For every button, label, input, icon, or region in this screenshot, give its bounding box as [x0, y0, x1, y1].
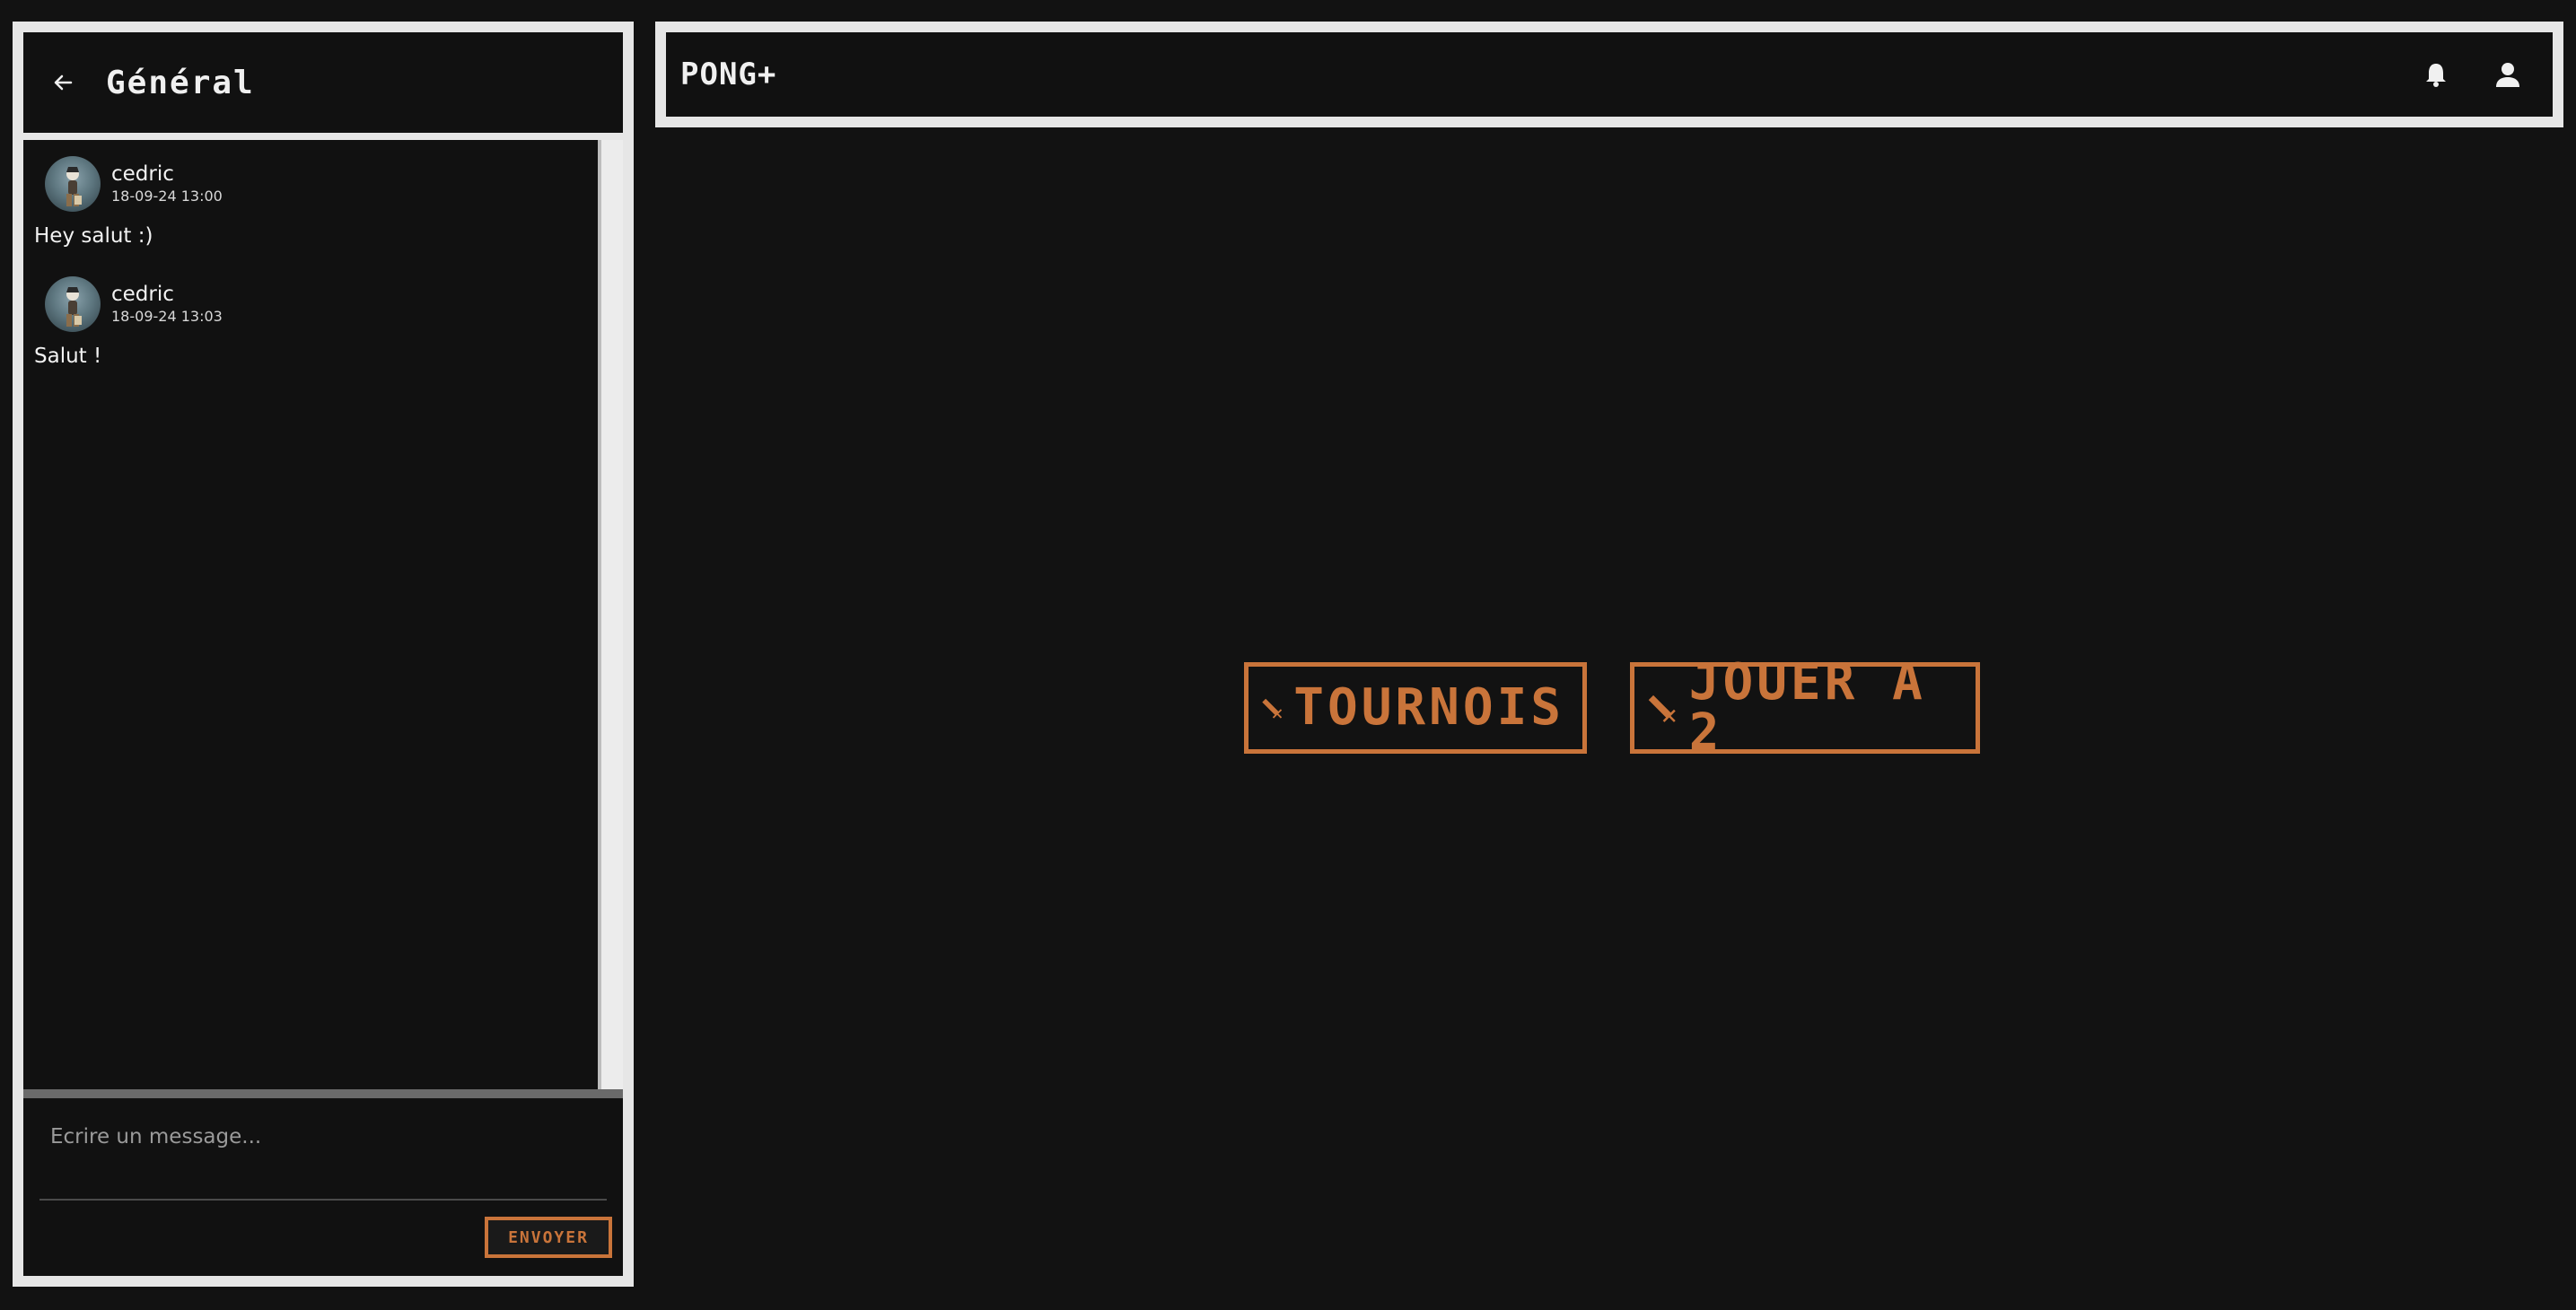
top-bar-actions: [2382, 57, 2526, 92]
message-header: cedric 18-09-24 13:00: [45, 156, 587, 212]
sword-icon: [1648, 694, 1676, 722]
send-button[interactable]: ENVOYER: [485, 1217, 612, 1258]
message-timestamp: 18-09-24 13:00: [111, 188, 223, 205]
message-header: cedric 18-09-24 13:03: [45, 276, 587, 332]
message-item: cedric 18-09-24 13:03 Salut !: [23, 276, 598, 368]
two-player-button[interactable]: JOUER A 2: [1630, 658, 1980, 758]
avatar[interactable]: [45, 276, 101, 332]
user-icon[interactable]: [2490, 57, 2526, 92]
avatar[interactable]: [45, 156, 101, 212]
header-divider: [23, 133, 623, 140]
message-list[interactable]: cedric 18-09-24 13:00 Hey salut :) cedri…: [23, 140, 598, 1089]
tournament-label: TOURNOIS: [1293, 678, 1564, 737]
message-text: Hey salut :): [34, 224, 153, 248]
brand-logo[interactable]: PONG+: [680, 57, 776, 92]
app-root: Général cedric 18-09-24 13:00 Hey salut …: [0, 0, 2576, 1310]
two-player-label: JOUER A 2: [1688, 653, 1926, 762]
back-arrow-icon[interactable]: [45, 65, 81, 100]
chat-title: Général: [106, 64, 255, 101]
tournament-button[interactable]: TOURNOIS: [1244, 662, 1587, 754]
message-author[interactable]: cedric: [111, 282, 223, 307]
top-bar: PONG+: [655, 22, 2563, 127]
message-meta: cedric 18-09-24 13:00: [111, 162, 223, 206]
composer-divider: [23, 1089, 623, 1098]
message-text: Salut !: [34, 345, 102, 368]
chat-panel: Général cedric 18-09-24 13:00 Hey salut …: [13, 22, 634, 1287]
message-input[interactable]: [39, 1107, 607, 1201]
message-timestamp: 18-09-24 13:03: [111, 308, 223, 325]
sword-icon: [1262, 698, 1283, 719]
message-composer: ENVOYER: [23, 1098, 623, 1276]
message-item: cedric 18-09-24 13:00 Hey salut :): [23, 156, 598, 248]
bell-icon[interactable]: [2418, 57, 2454, 92]
message-meta: cedric 18-09-24 13:03: [111, 282, 223, 327]
message-scrollbar[interactable]: [598, 140, 623, 1089]
chat-header: Général: [23, 32, 623, 133]
message-author[interactable]: cedric: [111, 162, 223, 187]
game-actions: TOURNOIS JOUER A 2: [1244, 658, 1980, 758]
